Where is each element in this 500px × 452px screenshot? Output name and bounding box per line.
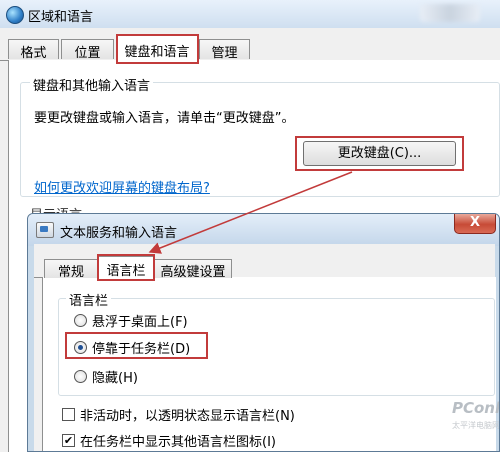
welcome-screen-keyboard-link[interactable]: 如何更改欢迎屏幕的键盘布局? [34,177,210,196]
inner-tab-highlight-box [97,254,155,281]
tab-administrative[interactable]: 管理 [199,39,250,61]
tab-format[interactable]: 格式 [8,39,59,61]
radio-label-float[interactable]: 悬浮于桌面上(F) [92,311,188,330]
watermark-logo: PConline [452,399,500,417]
checkbox-label-extra-icons[interactable]: 在任务栏中显示其他语言栏图标(I) [80,431,276,450]
text-services-dialog: 文本服务和输入语言 X 常规 语言栏 高级键设置 语言栏 悬浮于桌面上(F) 停… [27,213,500,452]
keyboard-group-label: 键盘和其他输入语言 [30,75,154,94]
language-bar-group-label: 语言栏 [66,290,112,309]
globe-icon [6,6,24,24]
checkbox-transparent-when-inactive[interactable] [62,408,75,421]
inner-window-title: 文本服务和输入语言 [60,226,178,241]
checkbox-show-extra-icons[interactable]: ✔ [62,434,75,447]
tab-advanced-key-settings[interactable]: 高级键设置 [154,259,232,280]
outer-window-title: 区域和语言 [28,10,94,25]
radio-hidden[interactable] [74,370,87,383]
radio-float-on-desktop[interactable] [74,314,87,327]
radio-highlight-box [65,332,208,359]
radio-label-hidden[interactable]: 隐藏(H) [92,367,138,386]
tab-highlight-box [116,34,199,64]
keyboard-description: 要更改键盘或输入语言，请单击“更改键盘”。 [34,111,295,126]
button-highlight-box [295,136,464,171]
tab-location[interactable]: 位置 [61,39,114,61]
close-button[interactable]: X [454,214,496,234]
keyboard-app-icon [36,222,54,238]
tab-general[interactable]: 常规 [44,259,98,280]
checkbox-label-transparent[interactable]: 非活动时，以透明状态显示语言栏(N) [80,405,295,424]
watermark-subtitle: 太平洋电脑网 [452,421,500,430]
titlebar-controls-blurred [420,4,480,22]
